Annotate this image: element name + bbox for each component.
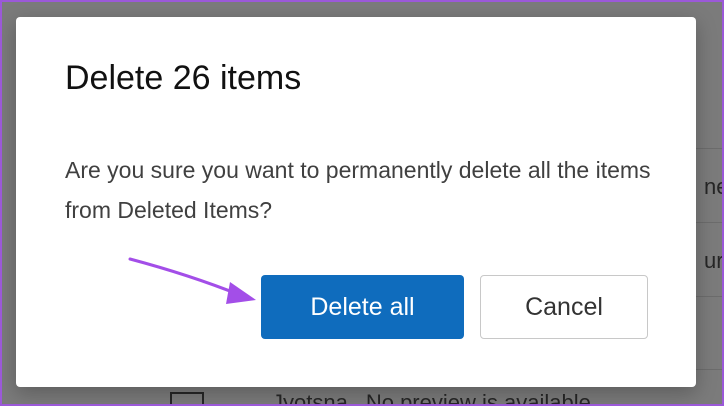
- cancel-button[interactable]: Cancel: [480, 275, 648, 339]
- background-message-item: Jyotsna No preview is available.: [170, 390, 597, 406]
- dialog-message: Are you sure you want to permanently del…: [65, 157, 651, 223]
- delete-confirmation-dialog: Delete 26 items Are you sure you want to…: [16, 17, 696, 387]
- contact-card-icon: [170, 392, 204, 406]
- dialog-title: Delete 26 items: [65, 59, 302, 97]
- delete-all-button[interactable]: Delete all: [261, 275, 464, 339]
- background-sender: Jyotsna: [272, 390, 348, 406]
- background-row-text: ne: [704, 174, 724, 199]
- background-preview: No preview is available.: [365, 390, 597, 406]
- background-row-text: ur: [704, 248, 724, 273]
